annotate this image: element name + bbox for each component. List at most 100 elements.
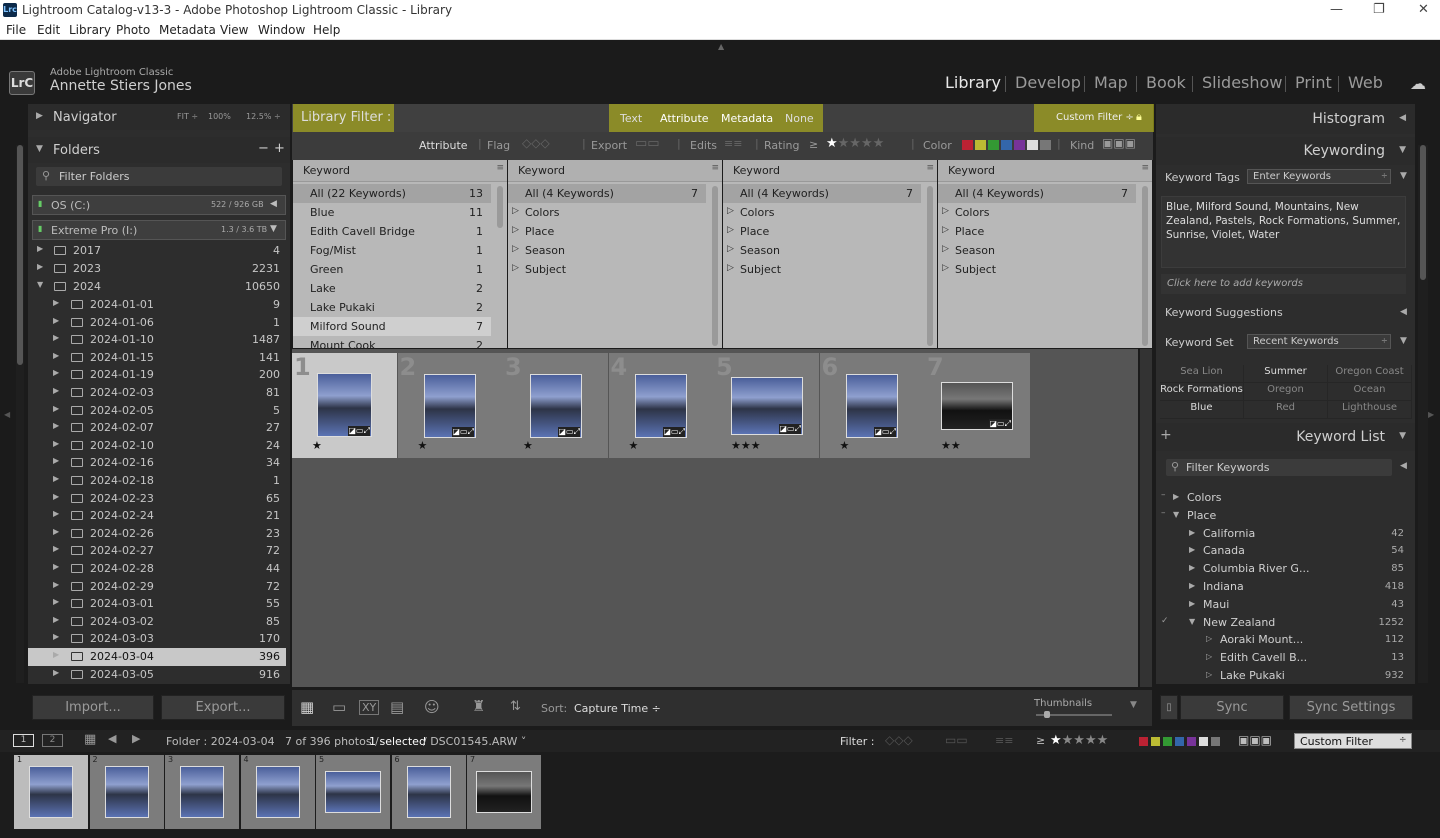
menu-metadata[interactable]: Metadata xyxy=(159,23,216,37)
filmstrip-filter-preset[interactable]: Custom Filter ÷ xyxy=(1294,733,1412,749)
folder-row[interactable]: ▶ 2024-03-03 170 xyxy=(28,630,286,648)
sync-button[interactable]: Sync xyxy=(1180,695,1284,720)
menu-library[interactable]: Library xyxy=(69,23,111,37)
rating-stars[interactable]: ★ xyxy=(523,439,533,452)
rating-operator[interactable]: ≥ xyxy=(809,138,818,151)
checkmark-icon[interactable]: ✓ xyxy=(1161,616,1169,626)
keyword-set-item[interactable]: Sea Lion xyxy=(1160,365,1244,383)
expand-triangle-icon[interactable]: ▶ xyxy=(53,456,59,465)
keyword-row[interactable]: ▷ Season xyxy=(508,241,706,260)
expand-triangle-icon[interactable]: ▶ xyxy=(53,316,59,325)
keyword-row[interactable]: ▷ Place xyxy=(508,222,706,241)
column-menu-icon[interactable]: ≡ xyxy=(496,163,504,173)
expand-triangle-icon[interactable]: ▷ xyxy=(942,263,949,273)
keyword-list-item[interactable]: ▷ Lake Pukaki 932 xyxy=(1156,667,1410,685)
filmstrip-cell[interactable]: 4 xyxy=(240,755,315,829)
sort-select[interactable]: Capture Time ÷ xyxy=(574,702,661,715)
expand-triangle-icon[interactable]: ▷ xyxy=(512,206,519,216)
expand-triangle-icon[interactable]: ▷ xyxy=(1206,670,1212,679)
expand-triangle-icon[interactable]: ▶ xyxy=(37,244,43,253)
color-blue-swatch[interactable] xyxy=(1175,737,1184,746)
keyword-set-menu-icon[interactable]: ▼ xyxy=(1400,336,1407,346)
menu-window[interactable]: Window xyxy=(258,23,305,37)
close-icon[interactable]: ✕ xyxy=(1418,2,1429,17)
filmstrip-cell[interactable]: 2 xyxy=(89,755,164,829)
rating-stars[interactable]: ★ xyxy=(629,439,639,452)
expand-triangle-icon[interactable]: ◀ xyxy=(1400,307,1407,317)
keyword-row[interactable]: Lake 2 xyxy=(293,279,491,298)
photo-thumbnail[interactable] xyxy=(29,766,73,818)
keyword-list-item[interactable]: ▷ Aoraki Mount... 112 xyxy=(1156,631,1410,649)
rating-stars[interactable]: ★★ xyxy=(941,439,961,452)
expand-triangle-icon[interactable]: ▷ xyxy=(942,225,949,235)
histogram-header[interactable]: Histogram ◀ xyxy=(1156,104,1415,134)
folder-row[interactable]: ▶ 2024-03-04 396 xyxy=(28,648,286,666)
expand-triangle-icon[interactable]: ▶ xyxy=(1173,492,1179,501)
column-menu-icon[interactable]: ≡ xyxy=(1141,163,1149,173)
column-scrollbar[interactable] xyxy=(1142,186,1148,346)
import-button[interactable]: Import... xyxy=(32,695,154,720)
expand-triangle-icon[interactable]: ▶ xyxy=(53,580,59,589)
folder-row[interactable]: ▶ 2024-02-07 27 xyxy=(28,419,286,437)
keyword-list-item[interactable]: ▶ Canada 54 xyxy=(1156,542,1410,560)
filter-tab-metadata[interactable]: Metadata xyxy=(721,112,773,125)
folder-row[interactable]: ▶ 2024-02-27 72 xyxy=(28,542,286,560)
grid-view-icon[interactable]: ▦ xyxy=(300,698,314,716)
grid-icon[interactable]: ▦ xyxy=(84,732,96,747)
export-filter-icons[interactable]: ▭▭ xyxy=(945,733,968,747)
expand-triangle-icon[interactable]: ▶ xyxy=(53,615,59,624)
expand-triangle-icon[interactable]: ▷ xyxy=(727,263,734,273)
expand-triangle-icon[interactable]: ▶ xyxy=(37,262,43,271)
add-keyword-icon[interactable]: + xyxy=(1160,427,1172,443)
filter-tab-text[interactable]: Text xyxy=(620,112,642,125)
keyword-row[interactable]: ▷ Colors xyxy=(938,203,1136,222)
keyword-tags-menu-icon[interactable]: ▼ xyxy=(1400,171,1407,181)
folder-row[interactable]: ▶ 2024-03-01 55 xyxy=(28,595,286,613)
folder-row[interactable]: ▶ 2024-02-10 24 xyxy=(28,437,286,455)
column-header[interactable]: Keyword ≡ xyxy=(508,160,722,182)
expand-triangle-icon[interactable]: ▶ xyxy=(53,492,59,501)
color-red-swatch[interactable] xyxy=(962,140,973,150)
zoom-100[interactable]: 100% xyxy=(208,112,231,121)
cloud-icon[interactable]: ☁ xyxy=(1410,74,1426,93)
keyword-row[interactable]: Lake Pukaki 2 xyxy=(293,298,491,317)
color-custom-swatch[interactable] xyxy=(1199,737,1208,746)
survey-view-icon[interactable]: ▤ xyxy=(390,698,404,716)
folder-row[interactable]: ▶ 2023 2231 xyxy=(28,260,286,278)
expand-triangle-icon[interactable]: ▼ xyxy=(37,280,43,289)
column-scrollbar[interactable] xyxy=(712,186,718,346)
toolbar-menu-icon[interactable]: ▼ xyxy=(1130,700,1137,710)
folder-row[interactable]: ▶ 2024-01-01 9 xyxy=(28,296,286,314)
column-header[interactable]: Keyword ≡ xyxy=(723,160,937,182)
expand-triangle-icon[interactable]: ▶ xyxy=(53,632,59,641)
sort-direction-icon[interactable]: ⇅ xyxy=(510,699,521,714)
expand-triangle-icon[interactable]: ▶ xyxy=(53,298,59,307)
photo-thumbnail[interactable] xyxy=(325,771,381,813)
keyword-set-item[interactable]: Summer xyxy=(1244,365,1328,383)
filter-folders-input[interactable]: ⚲ Filter Folders xyxy=(36,167,282,186)
module-library[interactable]: Library xyxy=(945,73,1001,92)
folder-row[interactable]: ▶ 2024-02-03 81 xyxy=(28,384,286,402)
lock-icon[interactable]: 🔒︎ xyxy=(1136,110,1142,124)
maximize-icon[interactable]: ❐ xyxy=(1373,2,1385,17)
expand-triangle-icon[interactable]: ▷ xyxy=(727,225,734,235)
filmstrip-cell[interactable]: 5 xyxy=(316,755,390,829)
thumbnail-size-slider[interactable] xyxy=(1036,711,1112,718)
photo-thumbnail[interactable]: ◪▭⤢ xyxy=(317,373,372,437)
keyword-set-item[interactable]: Ocean xyxy=(1328,383,1412,401)
expand-triangle-icon[interactable]: ▶ xyxy=(1189,581,1195,590)
expand-triangle-icon[interactable]: ▶ xyxy=(53,421,59,430)
expand-triangle-icon[interactable]: ▷ xyxy=(1206,652,1212,661)
photo-thumbnail[interactable]: ◪▭⤢ xyxy=(731,377,803,435)
folder-row[interactable]: ▶ 2024-03-05 916 xyxy=(28,666,286,684)
filter-keywords-input[interactable]: ⚲ Filter Keywords xyxy=(1166,459,1392,476)
keyword-row[interactable]: ▷ Subject xyxy=(938,260,1136,279)
right-scrollbar[interactable] xyxy=(1418,145,1428,683)
rating-stars[interactable]: ★ xyxy=(840,439,850,452)
menu-help[interactable]: Help xyxy=(313,23,340,37)
edits-filter-icon[interactable]: ≡≡ xyxy=(724,137,742,150)
keyword-list-item[interactable]: ✓ ▼ New Zealand 1252 xyxy=(1156,614,1410,632)
photo-thumbnail[interactable] xyxy=(104,766,149,818)
keyword-tags-textarea[interactable]: Blue, Milford Sound, Mountains, New Zeal… xyxy=(1161,196,1406,268)
module-print[interactable]: Print xyxy=(1295,73,1332,92)
